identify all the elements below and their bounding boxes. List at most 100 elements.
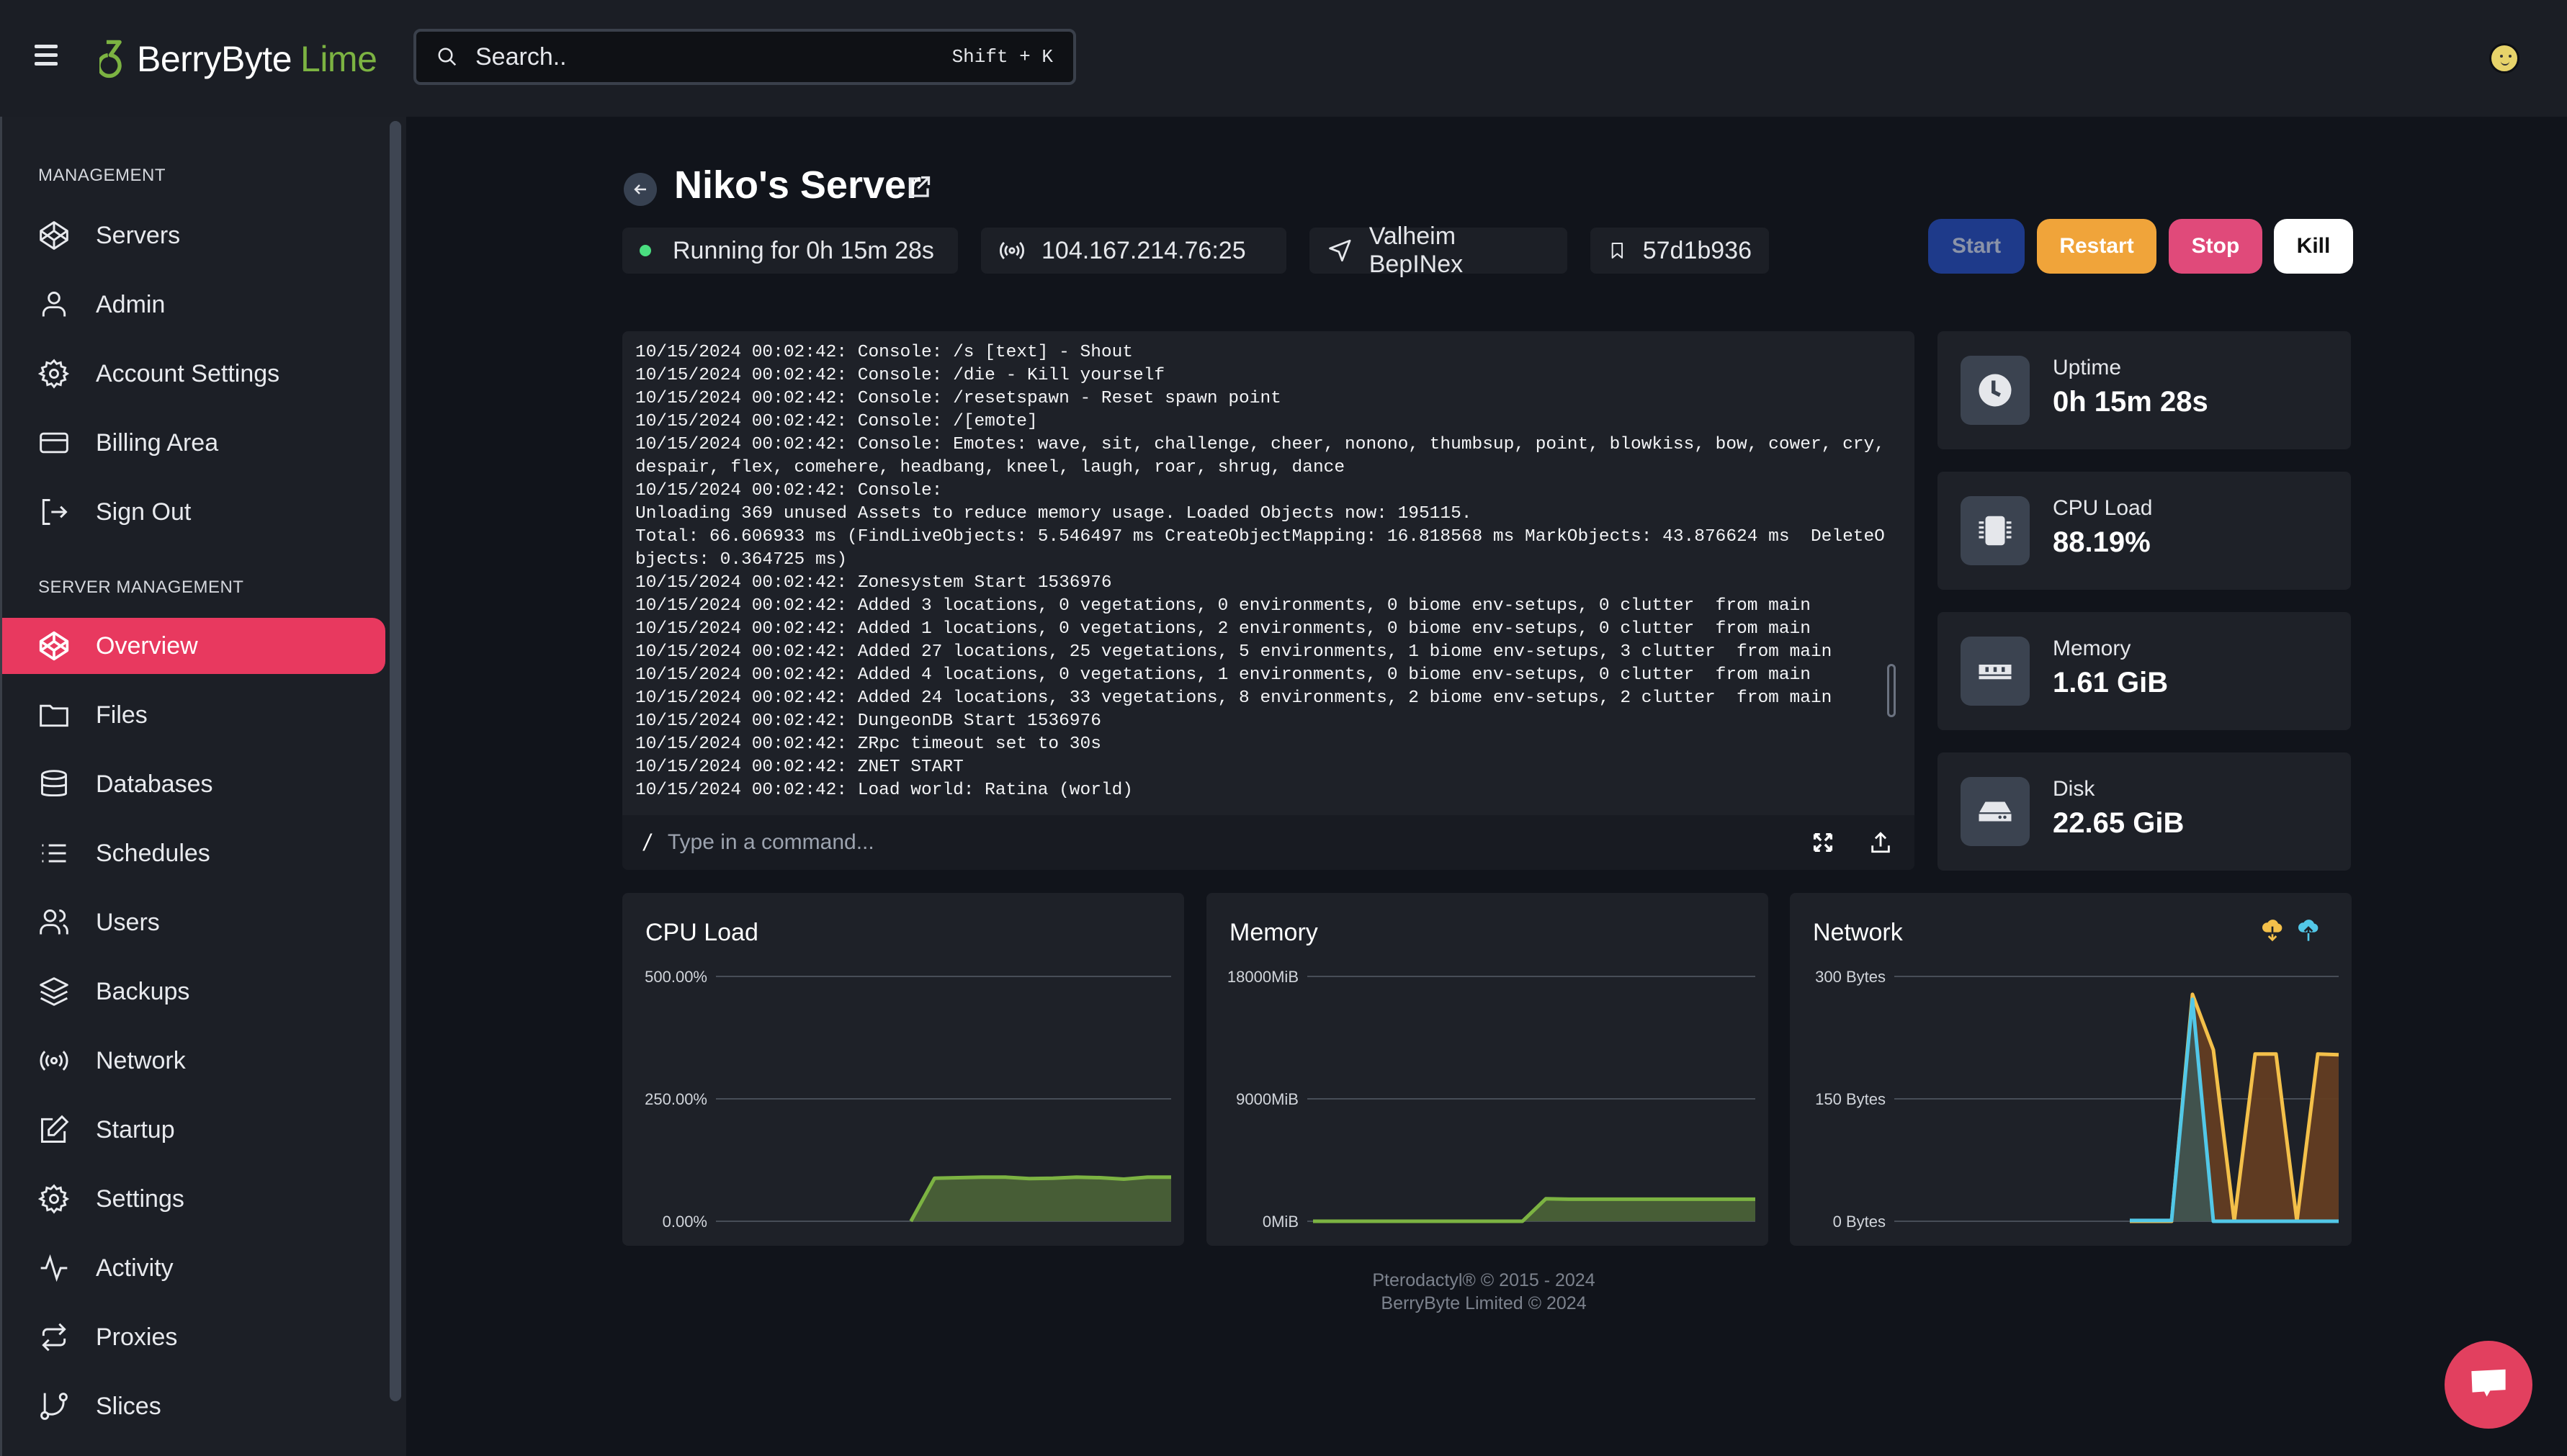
sidebar-item-settings[interactable]: Settings [2,1171,385,1227]
section-label-server-management: SERVER MANAGEMENT [38,578,244,597]
stat-card-disk: Disk 22.65 GiB [1937,752,2351,871]
sidebar-item-billing-area[interactable]: Billing Area [2,415,385,471]
footer-copyright-pterodactyl: Pterodactyl® © 2015 - 2024 [1372,1270,1595,1290]
expand-icon[interactable] [1811,830,1835,855]
server-id-chip: 57d1b936 [1590,228,1769,274]
sidebar-item-slices[interactable]: Slices [2,1378,385,1434]
upload-icon[interactable] [1868,830,1893,855]
folder-icon [40,704,68,727]
stat-value: 88.19% [2053,526,2151,558]
kill-button[interactable]: Kill [2274,219,2353,274]
cloud-upload-icon [2298,920,2319,941]
sidebar-item-label: Activity [96,1254,174,1282]
back-button[interactable] [624,173,657,206]
stat-value: 22.65 GiB [2053,807,2185,839]
sidebar-item-network[interactable]: Network [2,1033,385,1089]
restart-button[interactable]: Restart [2037,219,2156,274]
search-input[interactable] [475,42,952,71]
y-tick-label: 9000MiB [1236,1090,1299,1108]
server-id: 57d1b936 [1642,236,1752,264]
broadcast-icon [40,1051,68,1071]
sidebar-item-label: Backups [96,977,190,1005]
console-line: 10/15/2024 00:02:42: Added 4 locations, … [635,665,1811,685]
sidebar-item-users[interactable]: Users [2,894,385,951]
bookmark-icon [1611,242,1623,259]
stat-card-memory: Memory 1.61 GiB [1937,612,2351,730]
sidebar-item-files[interactable]: Files [2,687,385,743]
chart-title: Memory [1229,919,1318,946]
console-line: 10/15/2024 00:02:42: Load world: Ratina … [635,781,1134,800]
console-scrollbar[interactable] [1887,664,1896,717]
search-icon [438,48,457,66]
cloud-download-icon [2262,920,2282,942]
start-button[interactable]: Start [1928,219,2025,274]
sidebar-item-label: Admin [96,290,166,318]
external-link-icon[interactable] [906,174,932,200]
footer: Pterodactyl® © 2015 - 2024 BerryByte Lim… [1282,1269,1685,1315]
clock-icon [1979,374,2012,407]
server-name: Niko's Server [674,163,922,207]
status-chip: Running for 0h 15m 28s [622,228,958,274]
y-tick-label: 18000MiB [1227,968,1299,986]
menu-toggle-icon[interactable] [35,45,58,71]
console-line: 10/15/2024 00:02:42: Added 3 locations, … [635,596,1811,616]
stat-label: Disk [2053,777,2095,801]
sidebar-item-startup[interactable]: Startup [2,1102,385,1158]
memory-chart-card: 0MiB 9000MiB 18000MiB Memory [1206,893,1768,1246]
network-chart-card: 0 Bytes 150 Bytes 300 Bytes Network [1790,893,2352,1246]
user-avatar[interactable] [2489,43,2519,73]
status-indicator-icon [640,245,651,256]
sidebar-item-account-settings[interactable]: Account Settings [2,346,385,402]
edit-icon [41,1115,69,1143]
credit-card-icon [40,432,68,454]
gear-icon [38,1184,70,1214]
sidebar-item-label: Settings [96,1185,184,1213]
database-icon [41,770,67,797]
chat-button[interactable] [2445,1341,2532,1429]
console-line: 10/15/2024 00:02:42: Added 1 locations, … [635,619,1811,639]
command-bar: / [622,815,1914,870]
sidebar-item-proxies[interactable]: Proxies [2,1309,385,1365]
sidebar-item-backups[interactable]: Backups [2,963,385,1020]
sidebar-item-overview[interactable]: Overview [2,618,385,674]
stat-card-cpu: CPU Load 88.19% [1937,472,2351,590]
sidebar-item-activity[interactable]: Activity [2,1240,385,1296]
arrow-left-icon [634,184,646,194]
egg-chip: Valheim BepINex [1309,223,1567,278]
console-line: Unloading 369 unused Assets to reduce me… [635,504,1472,523]
sidebar-item-schedules[interactable]: Schedules [2,825,385,881]
paper-plane-icon [1329,239,1351,262]
console-line: 10/15/2024 00:02:42: ZNET START [635,758,964,777]
sidebar-item-label: Account Settings [96,359,280,387]
sidebar-item-label: Slices [96,1392,161,1420]
console-line: 10/15/2024 00:02:42: Zonesystem Start 15… [635,573,1112,593]
sidebar-item-sign-out[interactable]: Sign Out [2,484,385,540]
sidebar-item-label: Files [96,701,148,729]
console-line: 10/15/2024 00:02:42: Console: /s [text] … [635,343,1134,362]
sidebar-scrollbar[interactable] [390,121,401,1401]
hard-drive-icon [1979,801,2012,822]
sidebar-item-servers[interactable]: Servers [2,207,385,264]
search-bar[interactable]: Shift + K [413,29,1076,85]
console-line: 10/15/2024 00:02:42: Added 24 locations,… [635,688,1832,708]
console-line: 10/15/2024 00:02:42: Console: /resetspaw… [635,389,1281,408]
console-line: 10/15/2024 00:02:42: ZRpc timeout set to… [635,734,1101,754]
sidebar-item-label: Schedules [96,839,210,867]
stat-label: Memory [2053,637,2131,660]
sidebar-item-label: Proxies [96,1323,178,1351]
sidebar-item-databases[interactable]: Databases [2,756,385,812]
brand-logo[interactable]: BerryByte Lime [99,37,377,81]
stop-button[interactable]: Stop [2169,219,2262,274]
memory-icon [1979,665,2012,680]
list-icon [42,844,66,863]
address-chip[interactable]: 104.167.214.76:25 [981,228,1286,274]
layers-icon [40,977,68,1006]
command-input[interactable] [667,830,1778,855]
pulse-icon [40,1254,68,1282]
stat-value: 0h 15m 28s [2053,386,2208,418]
status-text: Running for 0h 15m 28s [673,236,934,264]
server-address: 104.167.214.76:25 [1041,236,1246,264]
sidebar-item-label: Users [96,908,160,936]
sidebar-item-admin[interactable]: Admin [2,277,385,333]
sidebar-item-label: Billing Area [96,428,219,457]
